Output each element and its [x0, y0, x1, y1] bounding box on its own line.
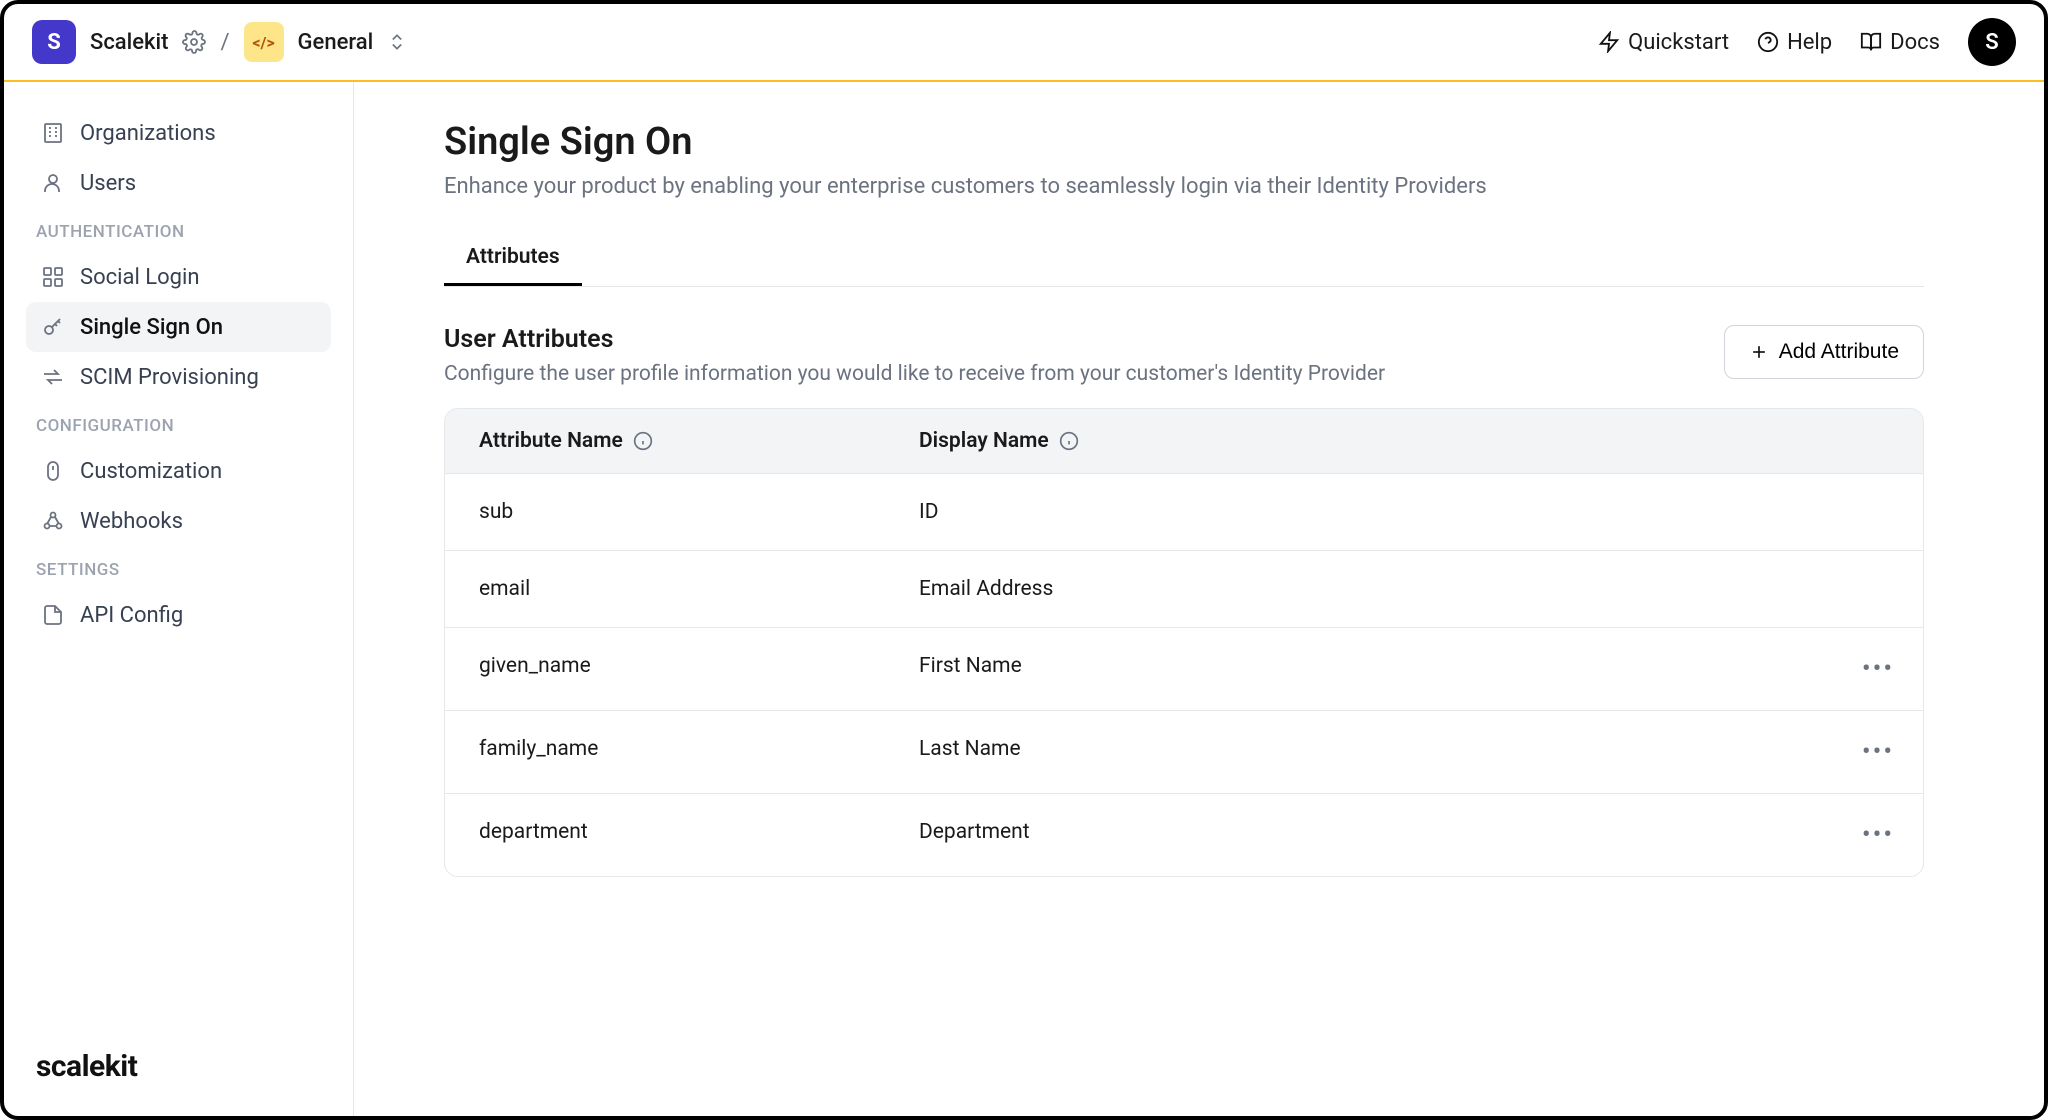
add-attribute-label: Add Attribute	[1779, 340, 1899, 364]
help-label: Help	[1787, 30, 1832, 55]
table-row: subID	[445, 474, 1923, 551]
book-icon	[1860, 31, 1882, 53]
cell-display-name: Department	[885, 794, 1833, 876]
grid-icon	[40, 264, 66, 290]
sidebar-group-authentication: AUTHENTICATION	[26, 208, 331, 252]
cell-attribute-name: sub	[445, 474, 885, 550]
sidebar-item-label: Social Login	[80, 265, 200, 290]
user-icon	[40, 170, 66, 196]
docs-link[interactable]: Docs	[1860, 30, 1940, 55]
cell-attribute-name: family_name	[445, 711, 885, 793]
table-header: Attribute Name Display Name	[445, 409, 1923, 474]
docs-label: Docs	[1890, 30, 1940, 55]
cell-attribute-name: given_name	[445, 628, 885, 710]
main-content: Single Sign On Enhance your product by e…	[354, 82, 2044, 1116]
app-name[interactable]: Scalekit	[90, 30, 168, 55]
tabs: Attributes	[444, 231, 1924, 287]
section-description: Configure the user profile information y…	[444, 362, 1385, 386]
sidebar-item-label: Organizations	[80, 121, 216, 146]
topbar-right: Quickstart Help Docs S	[1598, 18, 2016, 66]
mouse-icon	[40, 458, 66, 484]
sidebar-item-api-config[interactable]: API Config	[26, 590, 331, 640]
lightning-icon	[1598, 31, 1620, 53]
section-title: User Attributes	[444, 325, 1385, 354]
topbar: S Scalekit / </> General Quickstart Help	[4, 4, 2044, 82]
row-actions-button[interactable]: •••	[1833, 711, 1923, 793]
cell-attribute-name: department	[445, 794, 885, 876]
sync-icon	[40, 364, 66, 390]
table-row: departmentDepartment •••	[445, 794, 1923, 876]
attributes-table: Attribute Name Display Name subIDemailEm…	[444, 408, 1924, 877]
sidebar-item-label: Users	[80, 171, 136, 196]
avatar[interactable]: S	[1968, 18, 2016, 66]
row-actions-button[interactable]: •••	[1833, 794, 1923, 876]
cell-display-name: First Name	[885, 628, 1833, 710]
info-icon[interactable]	[1059, 431, 1079, 451]
sidebar-group-settings: SETTINGS	[26, 546, 331, 590]
building-icon	[40, 120, 66, 146]
sidebar-item-scim-provisioning[interactable]: SCIM Provisioning	[26, 352, 331, 402]
sidebar: Organizations Users AUTHENTICATION Socia…	[4, 82, 354, 1116]
sidebar-group-configuration: CONFIGURATION	[26, 402, 331, 446]
row-actions-button	[1833, 474, 1923, 550]
table-row: emailEmail Address	[445, 551, 1923, 628]
sidebar-item-label: Single Sign On	[80, 315, 223, 340]
chevron-updown-icon[interactable]	[387, 32, 407, 52]
sidebar-item-label: API Config	[80, 603, 183, 628]
row-actions-button	[1833, 551, 1923, 627]
sidebar-item-single-sign-on[interactable]: Single Sign On	[26, 302, 331, 352]
th-display-name: Display Name	[885, 409, 1833, 473]
table-row: family_nameLast Name •••	[445, 711, 1923, 794]
sidebar-item-customization[interactable]: Customization	[26, 446, 331, 496]
help-link[interactable]: Help	[1757, 30, 1832, 55]
env-name[interactable]: General	[298, 30, 374, 55]
cell-display-name: ID	[885, 474, 1833, 550]
page-title: Single Sign On	[444, 120, 1924, 164]
th-label: Attribute Name	[479, 429, 623, 453]
code-icon: </>	[252, 33, 274, 52]
sidebar-item-webhooks[interactable]: Webhooks	[26, 496, 331, 546]
tab-attributes[interactable]: Attributes	[444, 231, 582, 286]
quickstart-label: Quickstart	[1628, 30, 1729, 55]
more-icon: •••	[1862, 654, 1894, 684]
th-attribute-name: Attribute Name	[445, 409, 885, 473]
app-badge[interactable]: S	[32, 20, 76, 64]
file-code-icon	[40, 602, 66, 628]
sidebar-item-users[interactable]: Users	[26, 158, 331, 208]
key-icon	[40, 314, 66, 340]
more-icon: •••	[1862, 820, 1894, 850]
sidebar-item-organizations[interactable]: Organizations	[26, 108, 331, 158]
table-row: given_nameFirst Name •••	[445, 628, 1923, 711]
plus-icon	[1749, 342, 1769, 362]
brand-footer: scalekit	[26, 1049, 331, 1094]
sidebar-item-label: SCIM Provisioning	[80, 365, 259, 390]
page-subtitle: Enhance your product by enabling your en…	[444, 174, 1924, 199]
row-actions-button[interactable]: •••	[1833, 628, 1923, 710]
webhook-icon	[40, 508, 66, 534]
gear-icon[interactable]	[182, 30, 206, 54]
th-label: Display Name	[919, 429, 1049, 453]
help-icon	[1757, 31, 1779, 53]
sidebar-item-label: Customization	[80, 459, 222, 484]
cell-display-name: Last Name	[885, 711, 1833, 793]
sidebar-item-label: Webhooks	[80, 509, 183, 534]
cell-display-name: Email Address	[885, 551, 1833, 627]
env-badge[interactable]: </>	[244, 22, 284, 62]
sidebar-item-social-login[interactable]: Social Login	[26, 252, 331, 302]
more-icon: •••	[1862, 737, 1894, 767]
th-actions	[1833, 409, 1923, 473]
breadcrumb: S Scalekit / </> General	[32, 20, 407, 64]
info-icon[interactable]	[633, 431, 653, 451]
quickstart-link[interactable]: Quickstart	[1598, 30, 1729, 55]
cell-attribute-name: email	[445, 551, 885, 627]
add-attribute-button[interactable]: Add Attribute	[1724, 325, 1924, 379]
breadcrumb-separator: /	[220, 30, 229, 55]
